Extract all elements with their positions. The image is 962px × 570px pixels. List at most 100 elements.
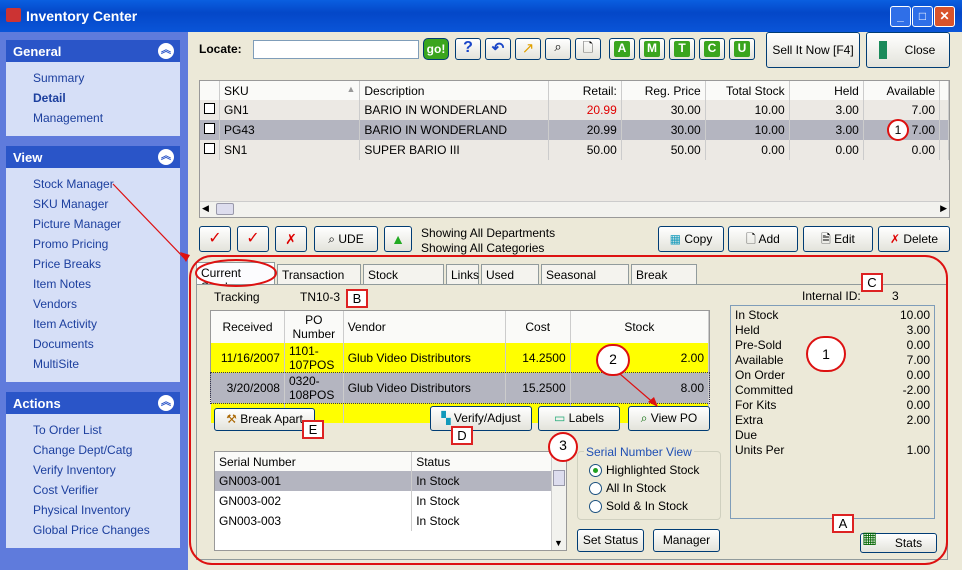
tab-stock-location[interactable]: Stock Location bbox=[363, 264, 444, 296]
column-header[interactable]: Available bbox=[863, 81, 941, 100]
row-checkbox[interactable] bbox=[204, 143, 215, 154]
verify-adjust-button[interactable]: ▚ Verify/Adjust bbox=[430, 406, 532, 431]
tab-used-items[interactable]: Used Items bbox=[481, 264, 539, 296]
sort-asc-icon[interactable]: ▲ bbox=[346, 84, 355, 94]
scroll-right-icon[interactable]: ▶ bbox=[940, 203, 947, 214]
help-icon[interactable]: ? bbox=[455, 38, 481, 60]
tab-break-apart[interactable]: Break Apart bbox=[631, 264, 697, 296]
table-row[interactable]: GN003-002 In Stock bbox=[215, 491, 552, 511]
table-row[interactable]: GN003-003 In Stock bbox=[215, 511, 552, 531]
jump-icon[interactable]: ↗ bbox=[515, 38, 541, 60]
go-button[interactable]: go! bbox=[423, 38, 449, 60]
sidebar-item-cost-verifier[interactable]: Cost Verifier bbox=[6, 480, 180, 500]
column-header[interactable]: Held bbox=[789, 81, 864, 100]
column-header[interactable]: Serial Number bbox=[215, 452, 413, 471]
sidebar-item-to-order-list[interactable]: To Order List bbox=[6, 420, 180, 440]
table-row[interactable]: 11/16/2007 1101-107POS Glub Video Distribu… bbox=[211, 343, 710, 373]
filter-u-button[interactable]: U bbox=[729, 38, 755, 60]
check-all-icon[interactable]: ✓ bbox=[237, 226, 269, 252]
check-icon[interactable]: ✓ bbox=[199, 226, 231, 252]
filter-m-button[interactable]: M bbox=[639, 38, 665, 60]
copy-button[interactable]: ▦ Copy bbox=[658, 226, 724, 252]
row-checkbox[interactable] bbox=[204, 123, 215, 134]
sidebar-item-item-notes[interactable]: Item Notes bbox=[6, 274, 180, 294]
vertical-scrollbar[interactable]: ▼ bbox=[551, 452, 566, 550]
ude-button[interactable]: ⌕ UDE bbox=[314, 226, 378, 252]
add-button[interactable]: 🗋 Add bbox=[728, 226, 798, 252]
collapse-chevron-icon[interactable]: ︽ bbox=[158, 149, 174, 165]
tab-links[interactable]: Links bbox=[446, 264, 479, 284]
filter-t-button[interactable]: T bbox=[669, 38, 695, 60]
column-header[interactable]: Total Stock bbox=[705, 81, 790, 100]
sidebar-item-vendors[interactable]: Vendors bbox=[6, 294, 180, 314]
column-header[interactable]: Reg. Price bbox=[621, 81, 706, 100]
sidebar-item-item-activity[interactable]: Item Activity bbox=[6, 314, 180, 334]
filter-c-button[interactable]: C bbox=[699, 38, 725, 60]
stats-button[interactable]: ▦ Stats bbox=[860, 530, 937, 553]
radio-all-in-stock[interactable]: All In Stock bbox=[588, 481, 699, 499]
sidebar-item-multisite[interactable]: MultiSite bbox=[6, 354, 180, 374]
sidebar-item-summary[interactable]: Summary bbox=[6, 68, 180, 88]
radio-highlighted-stock[interactable]: Highlighted Stock bbox=[588, 463, 699, 481]
sell-it-now-button[interactable]: Sell It Now [F4] bbox=[766, 32, 860, 68]
view-po-button[interactable]: ⌕ View PO bbox=[628, 406, 710, 431]
scroll-thumb[interactable] bbox=[553, 470, 565, 486]
sidebar-item-physical-inventory[interactable]: Physical Inventory bbox=[6, 500, 180, 520]
tab-current-stock[interactable]: Current Stock bbox=[196, 262, 275, 294]
table-row[interactable]: GN1 BARIO IN WONDERLAND 20.99 30.00 10.00 3.0… bbox=[200, 100, 949, 120]
break-apart-button[interactable]: ⚒ Break Apart bbox=[214, 408, 315, 431]
sidebar-item-sku-manager[interactable]: SKU Manager bbox=[6, 194, 180, 214]
manager-button[interactable]: Manager bbox=[653, 529, 720, 552]
sidebar-item-documents[interactable]: Documents bbox=[6, 334, 180, 354]
sidebar-group-header[interactable]: View ︽ bbox=[6, 146, 180, 168]
minimize-button[interactable]: _ bbox=[890, 6, 911, 27]
table-row[interactable]: 3/20/2008 0320-108POS Glub Video Distribut… bbox=[210, 372, 710, 404]
up-arrow-icon[interactable]: ▲ bbox=[384, 226, 412, 252]
set-status-button[interactable]: Set Status bbox=[577, 529, 644, 552]
table-row[interactable]: PG43 BARIO IN WONDERLAND 20.99 30.00 10.00 3.… bbox=[200, 120, 949, 140]
filter-a-button[interactable]: A bbox=[609, 38, 635, 60]
row-checkbox[interactable] bbox=[204, 103, 215, 114]
scroll-down-icon[interactable]: ▼ bbox=[554, 538, 563, 548]
labels-button[interactable]: ▭ Labels bbox=[538, 406, 620, 431]
edit-button[interactable]: 🗎 Edit bbox=[803, 226, 873, 252]
preview-icon[interactable]: 🗋 bbox=[575, 38, 601, 60]
horizontal-scrollbar[interactable]: ◀ ▶ bbox=[200, 201, 949, 217]
column-header[interactable]: SKU ▲ bbox=[219, 81, 361, 100]
column-header[interactable]: PO Number bbox=[284, 311, 344, 343]
column-header[interactable]: Cost bbox=[505, 311, 571, 343]
sidebar-item-global-price-changes[interactable]: Global Price Changes bbox=[6, 520, 180, 540]
sidebar-item-picture-manager[interactable]: Picture Manager bbox=[6, 214, 180, 234]
collapse-chevron-icon[interactable]: ︽ bbox=[158, 395, 174, 411]
tab-seasonal-levels[interactable]: Seasonal Levels bbox=[541, 264, 629, 296]
sidebar-item-change-dept-catg[interactable]: Change Dept/Catg bbox=[6, 440, 180, 460]
column-header[interactable]: Retail: bbox=[548, 81, 622, 100]
sidebar-item-detail[interactable]: Detail bbox=[6, 88, 180, 108]
sidebar-group-header[interactable]: General ︽ bbox=[6, 40, 180, 62]
sidebar-item-price-breaks[interactable]: Price Breaks bbox=[6, 254, 180, 274]
locate-input[interactable] bbox=[253, 40, 419, 59]
table-row[interactable]: SN1 SUPER BARIO III 50.00 50.00 0.00 0.00 0.00 bbox=[200, 140, 949, 160]
maximize-button[interactable]: □ bbox=[912, 6, 933, 27]
column-header[interactable]: Received bbox=[211, 311, 285, 343]
sidebar-group-header[interactable]: Actions ︽ bbox=[6, 392, 180, 414]
delete-button[interactable]: ✗ Delete bbox=[878, 226, 950, 252]
sidebar-item-verify-inventory[interactable]: Verify Inventory bbox=[6, 460, 180, 480]
close-window-button[interactable]: ✕ bbox=[934, 6, 955, 27]
column-header[interactable]: Status bbox=[411, 452, 552, 471]
scroll-left-icon[interactable]: ◀ bbox=[202, 203, 209, 214]
back-arrow-icon[interactable]: ↶ bbox=[485, 38, 511, 60]
radio-sold-in-stock[interactable]: Sold & In Stock bbox=[588, 499, 699, 517]
scroll-thumb[interactable] bbox=[216, 203, 234, 215]
close-button[interactable]: Close bbox=[866, 32, 950, 68]
table-row[interactable]: GN003-001 In Stock bbox=[215, 471, 552, 491]
sidebar-item-stock-manager[interactable]: Stock Manager bbox=[6, 174, 180, 194]
collapse-chevron-icon[interactable]: ︽ bbox=[158, 43, 174, 59]
column-header[interactable]: Stock bbox=[570, 311, 710, 343]
sidebar-item-management[interactable]: Management bbox=[6, 108, 180, 128]
tab-transaction-log[interactable]: Transaction Log bbox=[277, 264, 361, 296]
binoculars-icon[interactable]: ⌕ bbox=[545, 38, 571, 60]
column-header[interactable]: Description bbox=[359, 81, 550, 100]
sidebar-item-promo-pricing[interactable]: Promo Pricing bbox=[6, 234, 180, 254]
uncheck-all-icon[interactable]: ✗ bbox=[275, 226, 307, 252]
